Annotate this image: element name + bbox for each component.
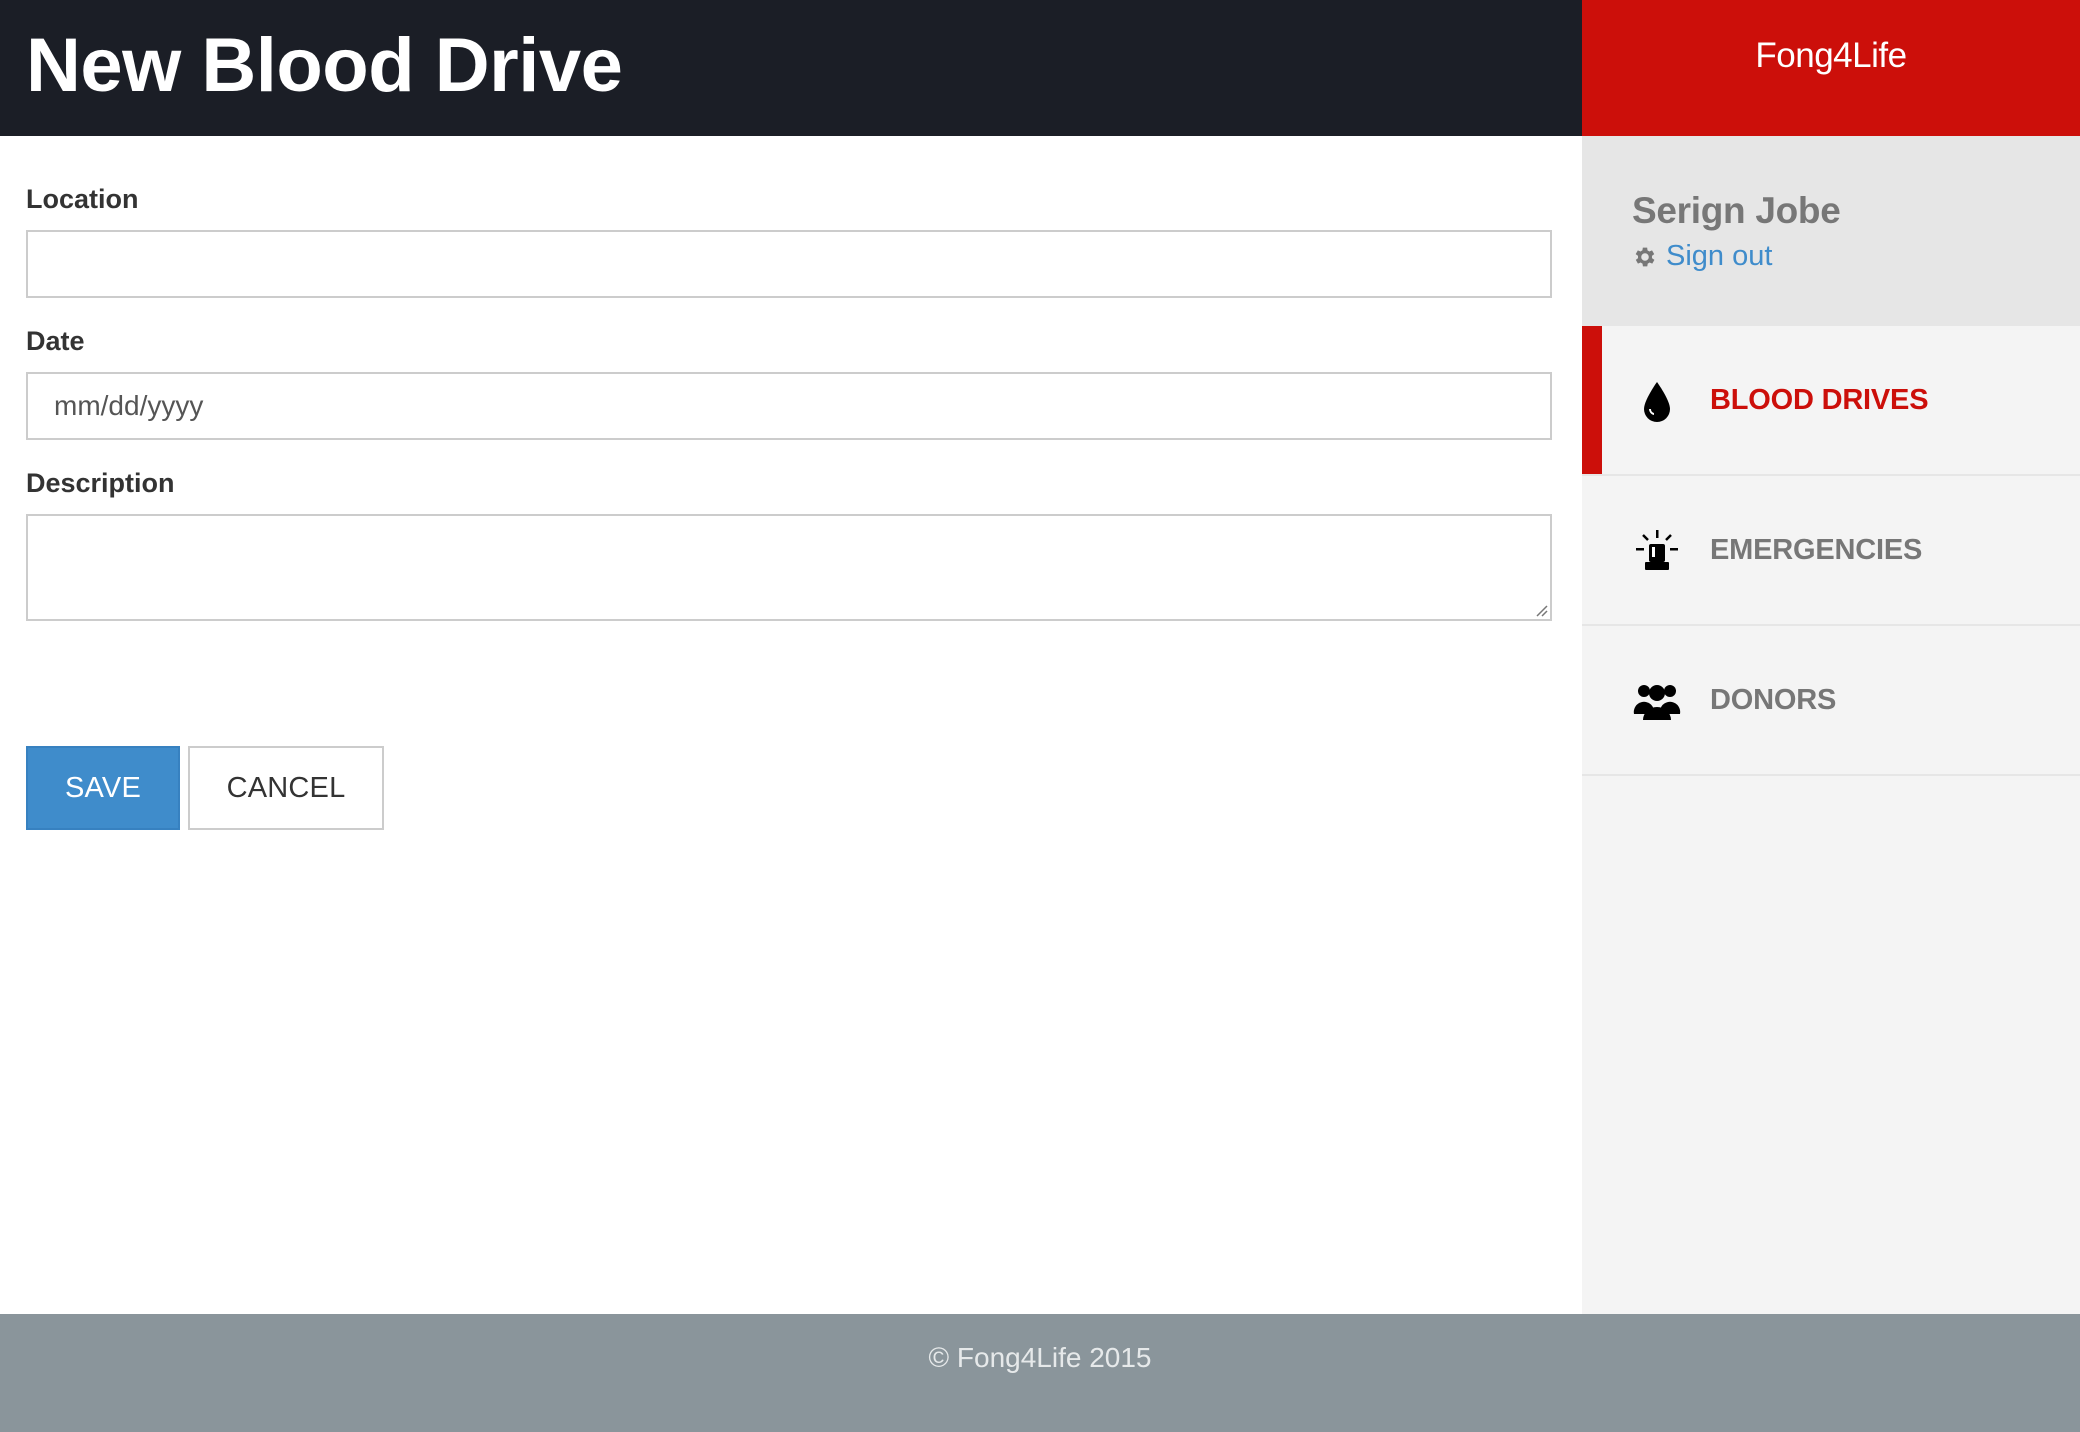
gear-icon xyxy=(1635,247,1655,266)
sidebar-item-label: EMERGENCIES xyxy=(1710,534,1923,566)
description-textarea[interactable] xyxy=(26,514,1552,621)
sidebar-item-label: BLOOD DRIVES xyxy=(1710,384,1929,416)
sign-out-link[interactable]: Sign out xyxy=(1632,240,1772,273)
sign-out-label[interactable]: Sign out xyxy=(1666,240,1772,273)
resize-grip-icon[interactable] xyxy=(1534,603,1548,617)
location-input[interactable] xyxy=(26,230,1552,298)
sidebar-item-blood-drives[interactable]: BLOOD DRIVES xyxy=(1582,326,2080,476)
date-input[interactable] xyxy=(26,372,1552,440)
page-title: New Blood Drive xyxy=(26,23,623,108)
page-footer: © Fong4Life 2015 xyxy=(0,1314,2080,1432)
sidebar-item-emergencies[interactable]: EMERGENCIES xyxy=(1582,476,2080,626)
user-name: Serign Jobe xyxy=(1632,190,1841,231)
brand-bar[interactable]: Fong4Life xyxy=(1582,0,2080,136)
new-blood-drive-form: Location Date Description SAVE CANCEL xyxy=(0,136,1582,1314)
active-indicator xyxy=(1582,326,1602,474)
save-button[interactable]: SAVE xyxy=(26,746,180,830)
sidebar-item-label: DONORS xyxy=(1710,684,1837,716)
sidebar: Serign Jobe Sign out BLOOD DRIVES EMERGE… xyxy=(1582,136,2080,1314)
page-header: New Blood Drive xyxy=(0,0,1582,136)
blood-drop-icon xyxy=(1644,382,1670,422)
footer-copyright: © Fong4Life 2015 xyxy=(928,1342,1152,1373)
brand-name[interactable]: Fong4Life xyxy=(1582,36,2080,76)
user-panel: Serign Jobe Sign out xyxy=(1582,136,2080,326)
description-container xyxy=(26,514,1552,621)
siren-icon xyxy=(1636,530,1678,570)
date-label: Date xyxy=(26,326,85,356)
location-label: Location xyxy=(26,184,139,214)
cancel-button[interactable]: CANCEL xyxy=(188,746,384,830)
users-icon xyxy=(1633,685,1681,720)
description-label: Description xyxy=(26,468,175,498)
sidebar-item-donors[interactable]: DONORS xyxy=(1582,626,2080,776)
